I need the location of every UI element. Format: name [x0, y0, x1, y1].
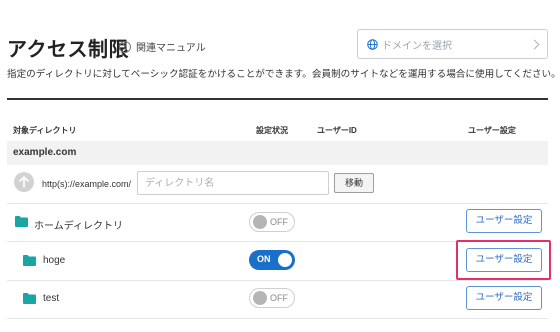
domain-select-placeholder: ドメインを選択 — [382, 40, 452, 52]
row-divider — [7, 318, 548, 319]
status-toggle[interactable]: OFF — [249, 212, 295, 232]
toggle-label: OFF — [270, 217, 288, 227]
url-prefix: http(s)://example.com/ — [42, 179, 132, 189]
directory-label: test — [43, 293, 60, 304]
chevron-down-icon — [529, 39, 540, 50]
column-header-status: 設定状況 — [256, 126, 288, 135]
domain-select[interactable]: ドメインを選択 — [357, 29, 548, 59]
toggle-knob — [253, 291, 267, 305]
folder-icon — [23, 255, 36, 266]
directory-label: ホームディレクトリ — [34, 221, 123, 232]
column-header-user-id: ユーザーID — [317, 126, 357, 135]
user-settings-button[interactable]: ユーザー設定 — [466, 286, 542, 310]
move-button[interactable]: 移動 — [334, 173, 374, 193]
manual-link[interactable]: ? 関連マニュアル — [119, 39, 206, 54]
toggle-label: ON — [257, 254, 271, 264]
domain-row: example.com — [7, 141, 548, 165]
folder-icon — [23, 293, 36, 304]
up-directory-button[interactable] — [14, 172, 34, 192]
directory-label: hoge — [43, 255, 66, 266]
folder-icon — [15, 216, 28, 227]
toggle-knob — [278, 253, 292, 267]
highlight-box — [456, 240, 551, 280]
manual-link-label: 関連マニュアル — [136, 43, 206, 54]
status-toggle[interactable]: OFF — [249, 288, 295, 308]
arrow-up-icon — [19, 176, 29, 188]
user-settings-button[interactable]: ユーザー設定 — [466, 209, 542, 233]
divider — [7, 98, 548, 100]
help-icon: ? — [119, 40, 131, 53]
description: 指定のディレクトリに対してベーシック認証をかけることができます。会員制のサイトな… — [7, 69, 560, 80]
column-header-user-settings: ユーザー設定 — [468, 126, 516, 135]
directory-name-input[interactable] — [137, 171, 329, 195]
globe-icon — [367, 38, 378, 50]
page-title: アクセス制限 — [7, 39, 129, 61]
toggle-label: OFF — [270, 293, 288, 303]
toggle-knob — [253, 215, 267, 229]
row-divider — [7, 280, 548, 281]
column-header-directory: 対象ディレクトリ — [13, 126, 77, 135]
row-divider — [7, 203, 548, 204]
header: アクセス制限 ? 関連マニュアル ドメインを選択 指定のディレクトリに対してベー… — [0, 0, 560, 100]
status-toggle[interactable]: ON — [249, 250, 295, 270]
domain-label: example.com — [13, 147, 77, 158]
